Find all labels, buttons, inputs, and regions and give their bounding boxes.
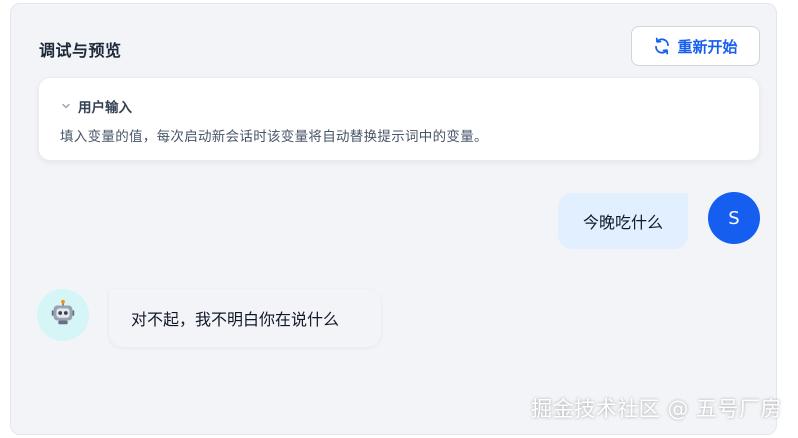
- user-input-title: 用户输入: [78, 100, 132, 116]
- user-input-card: 用户输入 填入变量的值，每次启动新会话时该变量将自动替换提示词中的变量。: [38, 77, 760, 161]
- debug-preview-panel: 调试与预览 重新开始 用户输入 填入变量的值，每次启动新会话时该变量将自动替换提…: [10, 3, 777, 435]
- watermark: 掘金技术社区 @ 五号厂房: [531, 397, 782, 421]
- panel-title: 调试与预览: [39, 41, 122, 60]
- refresh-icon: [653, 37, 671, 55]
- bot-message-bubble: 对不起，我不明白你在说什么: [109, 289, 381, 347]
- chevron-down-icon: [61, 101, 71, 111]
- user-avatar: S: [708, 192, 760, 244]
- restart-button-label: 重新开始: [677, 37, 738, 56]
- bot-avatar: [37, 289, 89, 341]
- user-input-description: 填入变量的值，每次启动新会话时该变量将自动替换提示词中的变量。: [60, 129, 488, 145]
- user-input-toggle[interactable]: 用户输入: [61, 96, 132, 116]
- restart-button[interactable]: 重新开始: [631, 26, 760, 66]
- user-message-bubble: 今晚吃什么: [558, 193, 688, 249]
- robot-icon: [48, 298, 78, 332]
